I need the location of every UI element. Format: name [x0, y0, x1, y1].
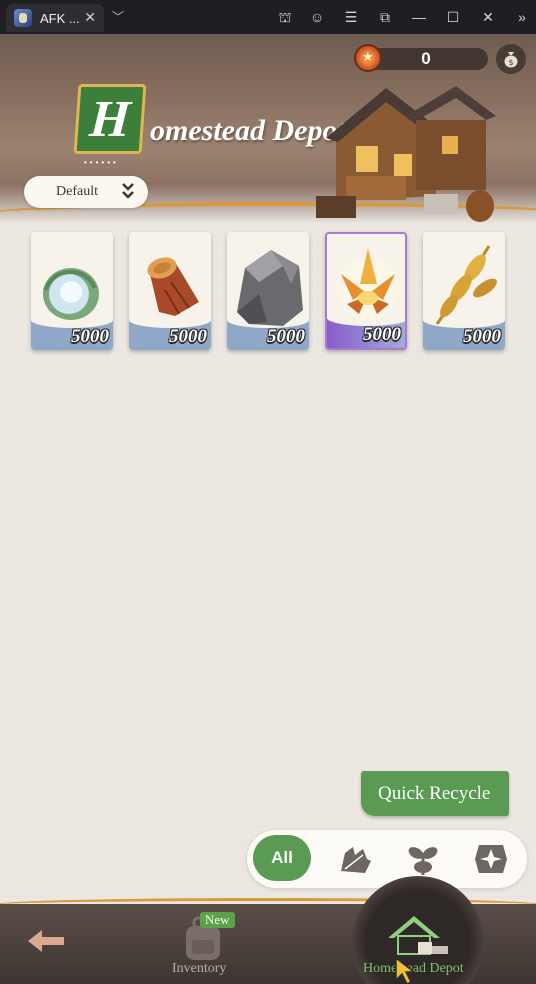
homestead-depot-nav-icon[interactable] — [384, 912, 454, 958]
account-icon[interactable]: ☺ — [308, 8, 326, 26]
depot-house-illustration — [316, 86, 496, 222]
menu-icon[interactable]: ☰ — [342, 8, 360, 26]
item-card-wheat[interactable]: 5000 — [423, 232, 505, 350]
currency-value: 0 — [421, 49, 431, 68]
item-card-flame-flower[interactable]: 5000 — [325, 232, 407, 350]
item-card-cabbage[interactable]: 5000 — [31, 232, 113, 350]
popout-icon[interactable]: ⧉ — [376, 8, 394, 26]
filter-bar: All — [247, 830, 527, 888]
filter-all-label: All — [271, 848, 293, 867]
double-chevron-down-icon — [122, 183, 134, 199]
sort-label: Default — [56, 184, 98, 199]
item-count: 5000 — [71, 326, 109, 347]
quick-recycle-button[interactable]: Quick Recycle — [361, 771, 509, 816]
app-icon — [14, 9, 32, 27]
tab-close-icon[interactable]: ✕ — [84, 9, 96, 26]
currency-coin-icon — [354, 44, 382, 72]
item-card-stone[interactable]: 5000 — [227, 232, 309, 350]
logo-dots: •••••• — [84, 158, 119, 167]
gift-icon[interactable]: ⛫ — [276, 8, 294, 26]
close-window-icon[interactable]: ✕ — [479, 8, 497, 26]
nav-inventory-label[interactable]: Inventory — [172, 961, 226, 977]
item-card-log[interactable]: 5000 — [129, 232, 211, 350]
sort-dropdown[interactable]: Default — [24, 176, 148, 208]
minimize-icon[interactable]: — — [410, 8, 428, 26]
sidebar-expand-icon[interactable]: » — [513, 8, 531, 26]
tab-title: AFK ... — [40, 10, 80, 26]
homestead-logo: H — [73, 84, 147, 154]
item-count: 5000 — [363, 324, 401, 345]
filter-all-button[interactable]: All — [253, 835, 311, 881]
item-count: 5000 — [169, 326, 207, 347]
window-titlebar: AFK ... ✕ ﹀ ⛫ ☺ ☰ ⧉ — ☐ ✕ » — [0, 0, 536, 34]
maximize-icon[interactable]: ☐ — [444, 8, 462, 26]
item-count: 5000 — [463, 326, 501, 347]
star-filter-icon[interactable] — [471, 839, 511, 879]
browser-tab[interactable]: AFK ... ✕ — [6, 4, 104, 32]
leaf-filter-icon[interactable] — [335, 839, 375, 879]
logo-letter: H — [87, 90, 133, 148]
tab-list-chevron-icon[interactable]: ﹀ — [112, 8, 124, 25]
svg-text:$: $ — [508, 58, 513, 67]
back-arrow-icon[interactable] — [26, 926, 66, 956]
item-count: 5000 — [267, 326, 305, 347]
new-badge: New — [200, 912, 235, 928]
mouse-cursor-icon — [395, 956, 416, 984]
money-bag-icon[interactable]: $ — [496, 44, 526, 74]
quick-recycle-label: Quick Recycle — [378, 783, 491, 804]
sprout-filter-icon[interactable] — [403, 839, 443, 879]
game-viewport: 0 $ H •••••• omestead Depot Default — [0, 34, 536, 984]
